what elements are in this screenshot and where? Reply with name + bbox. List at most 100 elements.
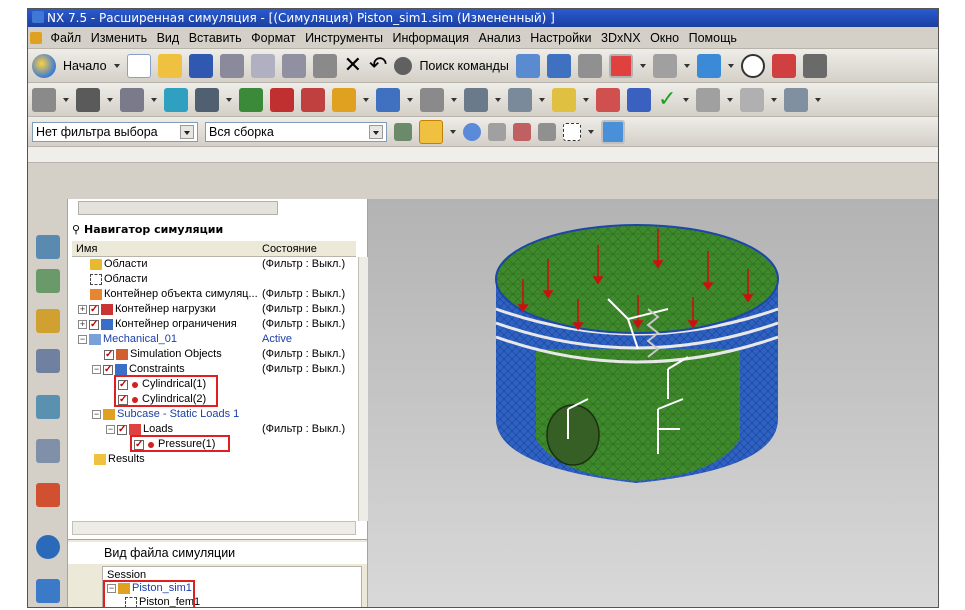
start-button[interactable]: Начало [63, 59, 107, 73]
point-icon[interactable] [513, 122, 531, 141]
solution-icon[interactable] [552, 87, 576, 112]
face-rule-icon[interactable] [488, 122, 506, 141]
paste-icon[interactable] [312, 53, 337, 78]
pressure-icon[interactable] [332, 87, 356, 112]
check-dropdown-icon[interactable] [683, 97, 690, 102]
solution-dropdown-icon[interactable] [583, 97, 589, 102]
solve-icon[interactable] [627, 87, 651, 112]
surface-dropdown-icon[interactable] [495, 97, 501, 102]
fixed-dropdown-icon[interactable] [407, 97, 413, 102]
tree-row-subcase[interactable]: − Subcase - Static Loads 1 [72, 407, 356, 422]
snap-dropdown-icon[interactable] [450, 129, 456, 134]
constraint-icon[interactable] [301, 87, 325, 112]
undo-icon[interactable]: ↶ [369, 53, 387, 78]
app-menu-icon[interactable] [30, 32, 42, 44]
fit-view-icon[interactable] [608, 53, 633, 78]
visibility-checkbox[interactable] [104, 347, 114, 362]
model-dropdown-icon[interactable] [63, 97, 69, 102]
report-dropdown-icon[interactable] [727, 97, 734, 102]
results-icon[interactable] [784, 87, 809, 112]
menu-view[interactable]: Вид [154, 27, 183, 49]
rendering-icon[interactable] [771, 53, 796, 78]
column-state[interactable]: Состояние [262, 241, 317, 257]
menu-preferences[interactable]: Настройки [527, 27, 594, 49]
load-icon[interactable] [270, 87, 294, 112]
print-icon[interactable] [219, 53, 244, 78]
document-dropdown-icon[interactable] [771, 97, 778, 102]
part-navigator-tab-icon[interactable] [36, 309, 60, 333]
edges-icon[interactable] [802, 53, 827, 78]
pin-icon[interactable]: ⚲ [72, 221, 80, 239]
mesh-dropdown-icon[interactable] [107, 97, 113, 102]
menu-information[interactable]: Информация [390, 27, 473, 49]
collapse-icon[interactable]: − [92, 410, 101, 419]
panel-top-scrollbar[interactable] [78, 201, 278, 215]
selection-filter-dropdown[interactable]: Нет фильтра выбора [32, 121, 198, 142]
start-icon[interactable] [32, 53, 56, 78]
visibility-checkbox[interactable] [89, 302, 99, 317]
zoom-icon[interactable] [652, 53, 677, 78]
open-folder-icon[interactable] [157, 53, 182, 78]
piston-model[interactable] [368, 199, 939, 608]
fixed-constraint-icon[interactable] [376, 87, 400, 112]
collapse-icon[interactable]: − [92, 365, 101, 374]
rectangle-select-icon[interactable] [563, 122, 581, 141]
reuse-library-tab-icon[interactable] [36, 439, 60, 463]
menu-insert[interactable]: Вставить [186, 27, 245, 49]
menu-3dxnx[interactable]: 3DxNX [598, 27, 644, 49]
menu-tools[interactable]: Инструменты [302, 27, 386, 49]
help-tab-icon[interactable] [36, 535, 60, 559]
collapse-icon[interactable]: − [106, 425, 115, 434]
visibility-checkbox[interactable] [117, 422, 127, 437]
general-selection-icon[interactable] [394, 122, 412, 141]
connection-dropdown-icon[interactable] [451, 97, 457, 102]
copy-icon[interactable] [281, 53, 306, 78]
fit-dropdown-icon[interactable] [639, 63, 646, 68]
menu-help[interactable]: Помощь [686, 27, 740, 49]
tree-row-regions-container[interactable]: Области (Фильтр : Выкл.) [72, 257, 356, 272]
cube-view-icon[interactable] [696, 53, 721, 78]
check-icon[interactable]: ✓ [658, 87, 676, 112]
assembly-navigator-tab-icon[interactable] [36, 235, 60, 259]
material-icon[interactable] [195, 87, 219, 112]
system-materials-tab-icon[interactable] [36, 579, 60, 603]
menu-file[interactable]: Файл [47, 27, 84, 49]
document-icon[interactable] [740, 87, 765, 112]
graphics-window[interactable] [368, 199, 939, 608]
tree-row-regions[interactable]: Области [72, 272, 356, 287]
collapse-icon[interactable]: − [78, 335, 87, 344]
info-icon[interactable] [577, 53, 602, 78]
save-icon[interactable] [188, 53, 213, 78]
surface-icon[interactable] [464, 87, 488, 112]
selection-scope-arrow-icon[interactable] [369, 124, 383, 139]
tree-row-sim-object-container[interactable]: Контейнер объекта симуляц... (Фильтр : В… [72, 287, 356, 302]
assembly-icon[interactable] [546, 53, 571, 78]
edit-icon[interactable] [508, 87, 532, 112]
zoom-dropdown-icon[interactable] [683, 63, 690, 68]
cut-icon[interactable] [250, 53, 275, 78]
tree-row-load-container[interactable]: + Контейнер нагрузки (Фильтр : Выкл.) [72, 302, 356, 317]
tree-vertical-scrollbar[interactable] [358, 257, 368, 521]
material-dropdown-icon[interactable] [226, 97, 232, 102]
new-file-icon[interactable] [126, 53, 151, 78]
edit-dropdown-icon[interactable] [539, 97, 545, 102]
vertex-icon[interactable] [538, 122, 556, 141]
sketch-icon[interactable] [515, 53, 540, 78]
curve-rule-icon[interactable] [463, 122, 481, 141]
shaded-view-icon[interactable] [740, 53, 765, 78]
visibility-checkbox[interactable] [89, 317, 99, 332]
history-tab-icon[interactable] [36, 349, 60, 373]
constraint-navigator-tab-icon[interactable] [36, 395, 60, 419]
pressure-dropdown-icon[interactable] [363, 97, 369, 102]
tree-row-simulation-objects[interactable]: Simulation Objects (Фильтр : Выкл.) [72, 347, 356, 362]
simulation-navigator-tab-icon[interactable] [36, 269, 60, 293]
model-icon[interactable] [32, 87, 56, 112]
view-dropdown-icon[interactable] [727, 63, 734, 68]
tree-horizontal-scrollbar[interactable] [72, 521, 356, 535]
collector-icon[interactable] [164, 87, 188, 112]
visibility-checkbox[interactable] [103, 362, 113, 377]
cube-select-icon[interactable] [601, 119, 625, 144]
report-icon[interactable] [696, 87, 721, 112]
step-icon[interactable] [596, 87, 620, 112]
snap-point-icon[interactable] [419, 119, 443, 144]
